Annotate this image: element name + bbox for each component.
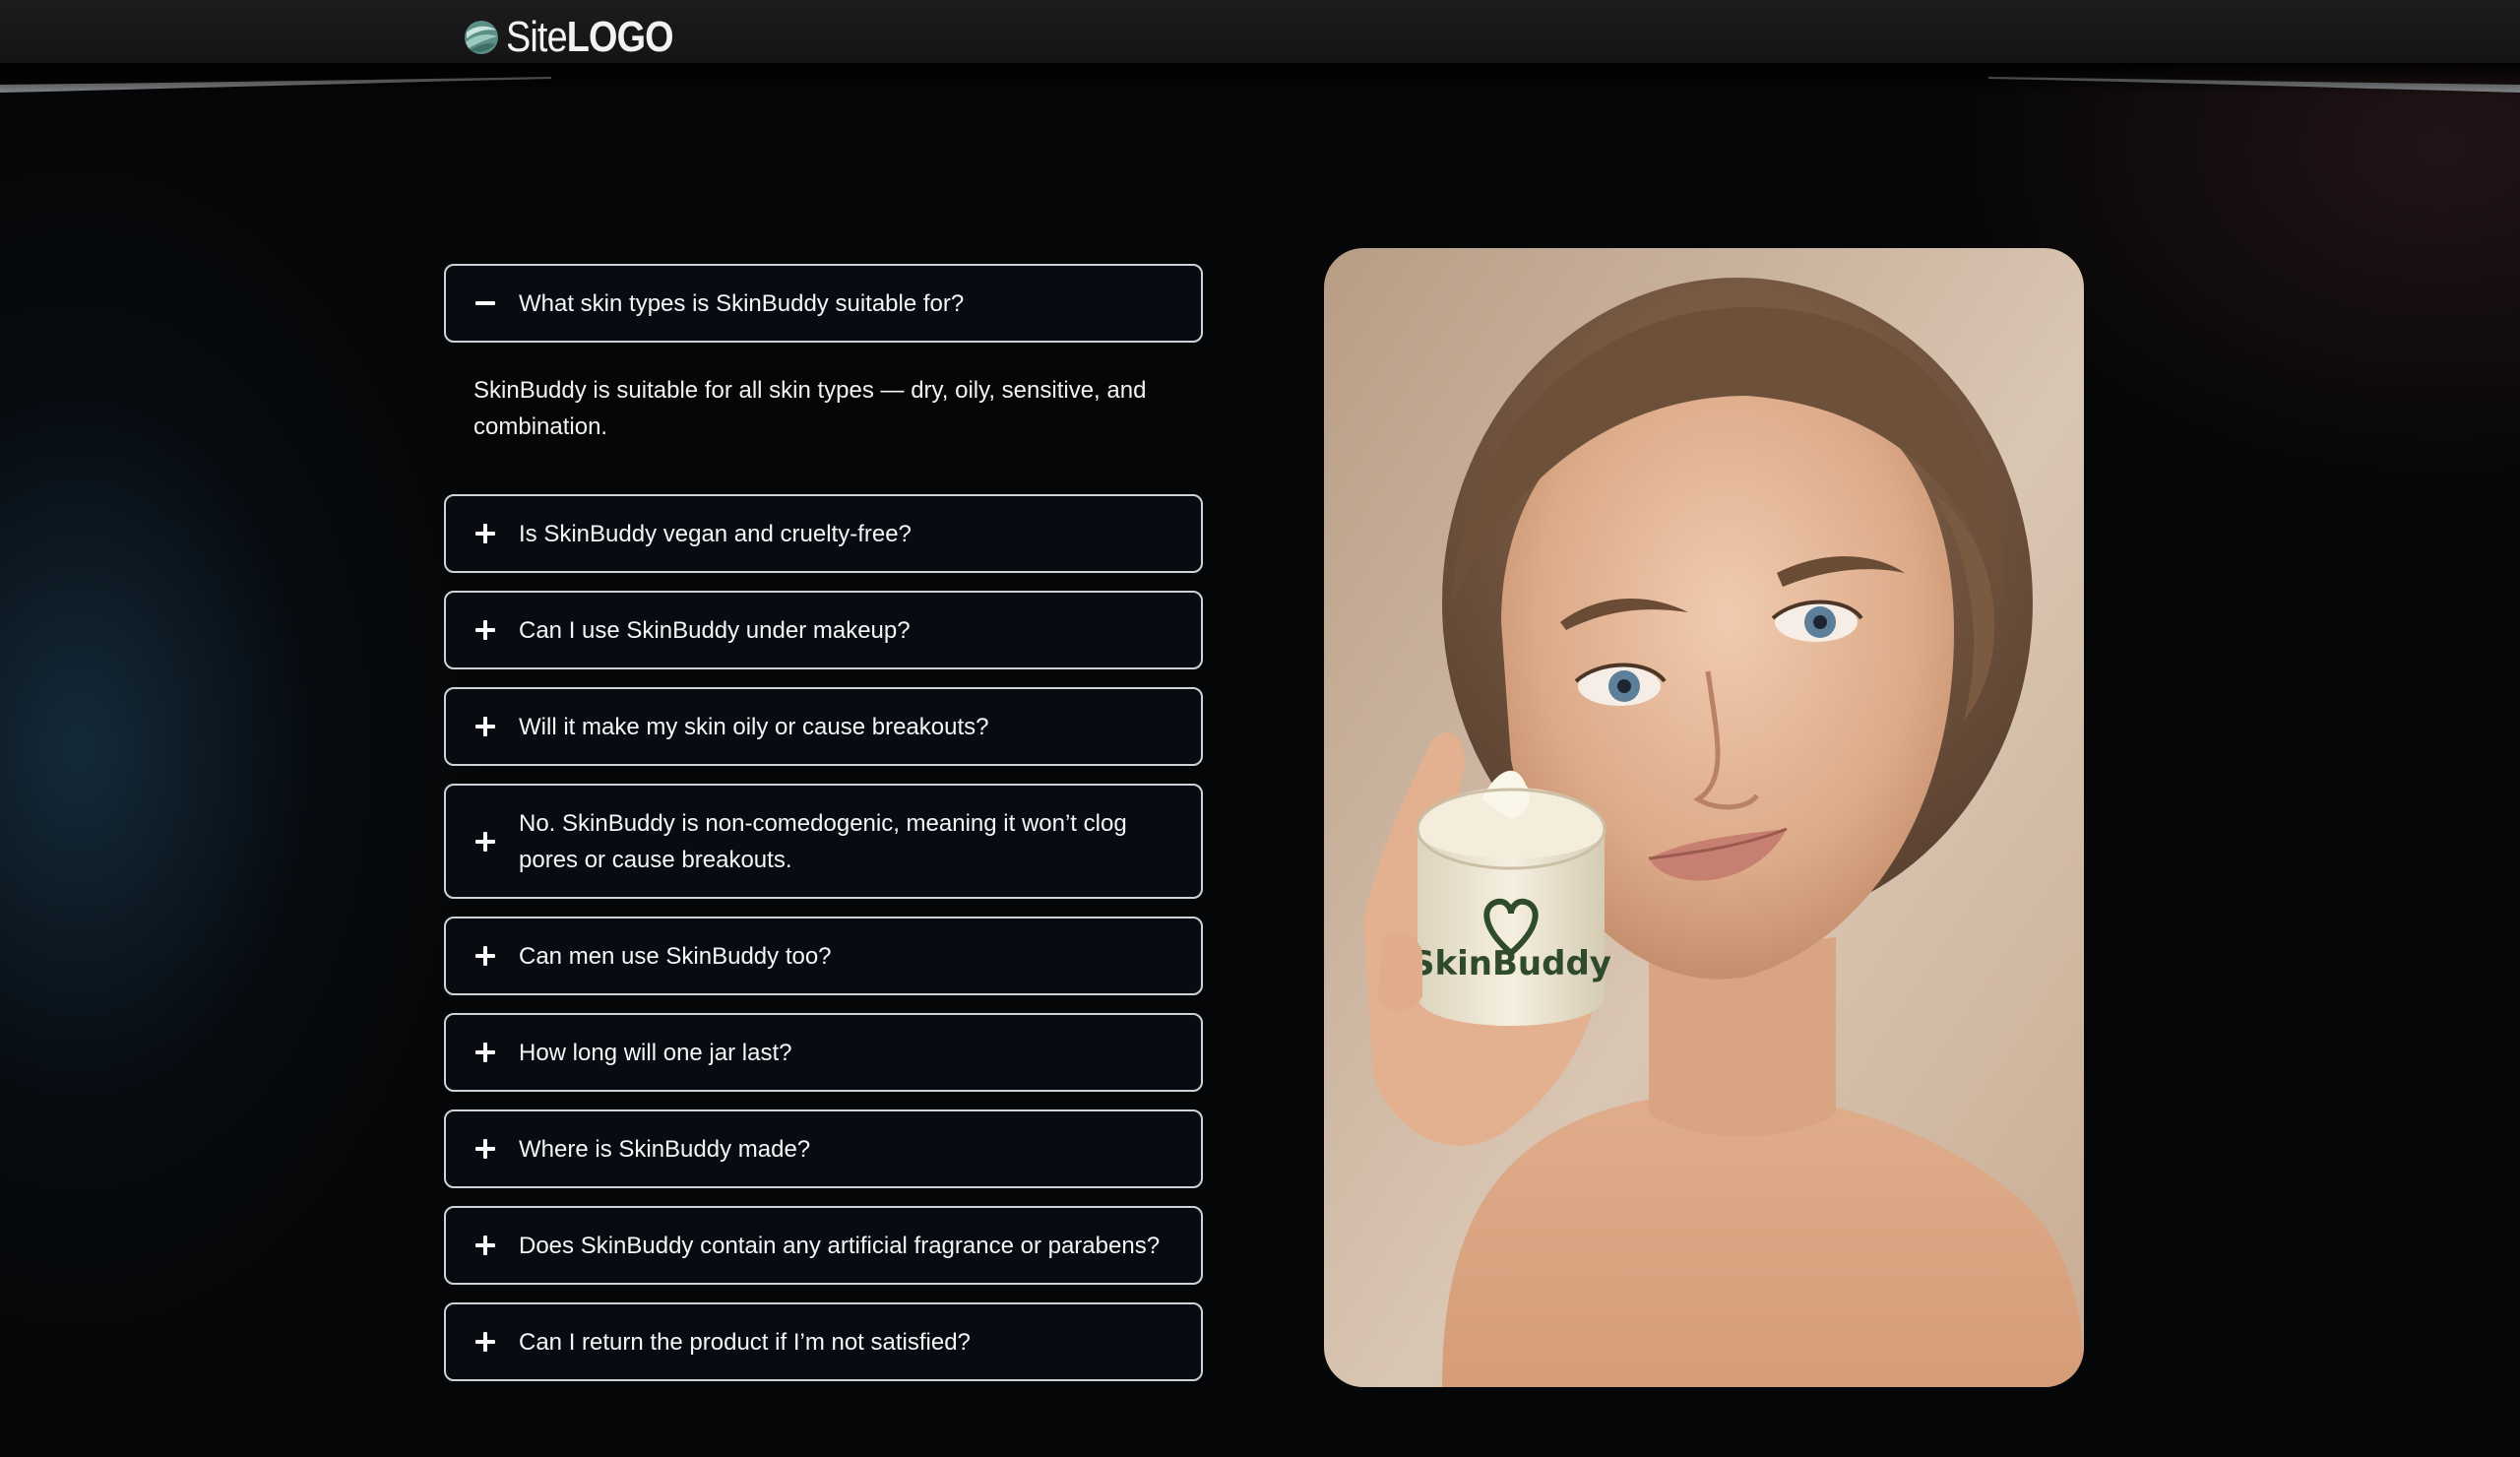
faq-accordion: What skin types is SkinBuddy suitable fo… (444, 264, 1203, 1381)
jar-brand-label: SkinBuddy (1411, 944, 1611, 983)
plus-icon[interactable] (473, 522, 497, 545)
plus-icon[interactable] (473, 1137, 497, 1161)
faq-item-men[interactable]: Can men use SkinBuddy too? (444, 917, 1203, 995)
product-photo: SkinBuddy (1324, 248, 2084, 1387)
faq-question: Does SkinBuddy contain any artificial fr… (519, 1232, 1161, 1259)
plus-icon[interactable] (473, 830, 497, 854)
faq-answer: SkinBuddy is suitable for all skin types… (473, 377, 1147, 440)
logo-wordmark: SiteLOGO (506, 13, 674, 61)
faq-item-non-comedogenic[interactable]: No. SkinBuddy is non-comedogenic, meanin… (444, 784, 1203, 899)
faq-item-made-where[interactable]: Where is SkinBuddy made? (444, 1109, 1203, 1188)
faq-item-makeup[interactable]: Can I use SkinBuddy under makeup? (444, 591, 1203, 669)
faq-question: How long will one jar last? (519, 1039, 792, 1066)
plus-icon[interactable] (473, 1041, 497, 1064)
header-shadow (0, 63, 2520, 96)
plus-icon[interactable] (473, 715, 497, 738)
site-logo[interactable]: SiteLOGO (463, 13, 700, 61)
faq-question: Will it make my skin oily or cause break… (519, 713, 989, 740)
globe-logo-icon (465, 21, 498, 54)
plus-icon[interactable] (473, 1234, 497, 1257)
faq-question: What skin types is SkinBuddy suitable fo… (519, 289, 965, 317)
faq-question: Can I use SkinBuddy under makeup? (519, 616, 911, 644)
faq-item-returns[interactable]: Can I return the product if I’m not sati… (444, 1302, 1203, 1381)
minus-icon[interactable] (473, 291, 497, 315)
plus-icon[interactable] (473, 944, 497, 968)
plus-icon[interactable] (473, 1330, 497, 1354)
faq-item-fragrance-parabens[interactable]: Does SkinBuddy contain any artificial fr… (444, 1206, 1203, 1285)
faq-question: Can I return the product if I’m not sati… (519, 1328, 971, 1356)
faq-item-vegan[interactable]: Is SkinBuddy vegan and cruelty-free? (444, 494, 1203, 573)
faq-question: Can men use SkinBuddy too? (519, 942, 832, 970)
faq-question: Is SkinBuddy vegan and cruelty-free? (519, 520, 912, 547)
faq-question: No. SkinBuddy is non-comedogenic, meanin… (519, 809, 1127, 873)
page: SiteLOGO What skin types is SkinBuddy su… (0, 0, 2520, 1457)
site-header (0, 0, 2520, 63)
faq-item-jar-duration[interactable]: How long will one jar last? (444, 1013, 1203, 1092)
faq-item-oily-breakouts[interactable]: Will it make my skin oily or cause break… (444, 687, 1203, 766)
faq-question: Where is SkinBuddy made? (519, 1135, 811, 1163)
model-with-jar-illustration: SkinBuddy (1324, 248, 2084, 1387)
plus-icon[interactable] (473, 618, 497, 642)
faq-item-skin-types[interactable]: What skin types is SkinBuddy suitable fo… (444, 264, 1203, 343)
